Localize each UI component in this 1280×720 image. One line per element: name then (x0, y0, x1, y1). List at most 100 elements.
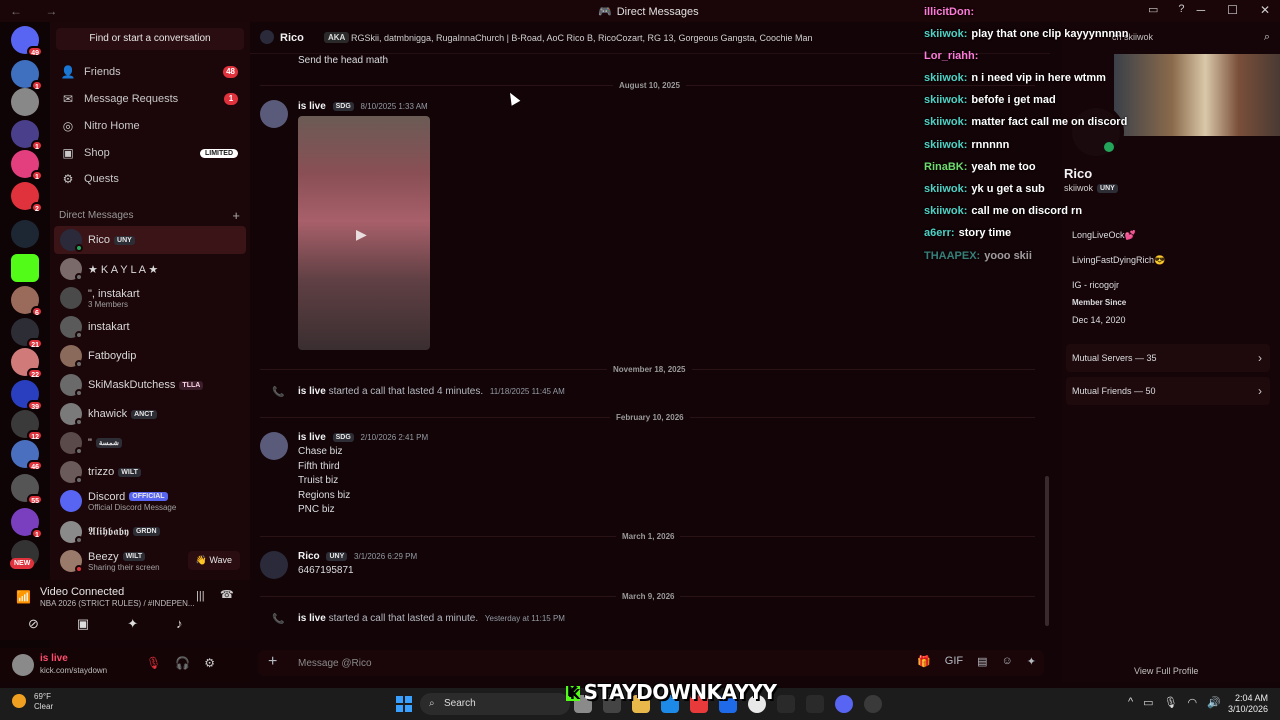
soundboard-icon[interactable]: ♪ (176, 616, 183, 632)
gif-icon[interactable]: GIF (945, 655, 963, 668)
mutual-friends-button[interactable]: Mutual Friends — 50 › (1066, 377, 1270, 405)
start-button[interactable] (396, 696, 412, 712)
chat-title[interactable]: Rico (280, 32, 304, 44)
play-icon[interactable]: ▶ (356, 226, 367, 243)
volume-icon[interactable]: 🔊 (1207, 696, 1221, 709)
weather-widget[interactable]: 69°F Clear (34, 692, 53, 712)
dm-item[interactable]: Beezy WILT Sharing their screen 👋 Wave (54, 547, 246, 575)
dm-item[interactable]: Fatboydip (54, 342, 246, 370)
profile-avatar[interactable] (1068, 104, 1124, 160)
disconnect-icon[interactable]: ☎ (220, 588, 234, 601)
server-icon[interactable] (11, 254, 39, 282)
server-icon[interactable]: 12 (11, 410, 43, 441)
apps-icon[interactable]: ✦ (1027, 655, 1036, 668)
app-tray-icon[interactable]: ▭ (1143, 696, 1153, 709)
inbox-icon[interactable]: ▭ (1148, 3, 1158, 16)
author-name[interactable]: is live (298, 432, 326, 443)
settings-icon[interactable]: ⚙ (204, 656, 215, 670)
camera-off-icon[interactable]: ⊘ (28, 616, 39, 632)
friends-icon: 👤 (60, 65, 76, 79)
server-icon[interactable]: 21 (11, 318, 43, 349)
nav-nitro-home[interactable]: ◎ Nitro Home (54, 114, 246, 138)
avatar[interactable] (12, 654, 34, 676)
nav-arrows[interactable]: ← → (10, 4, 67, 18)
online-status (1104, 142, 1114, 152)
dm-item[interactable]: SkiMaskDutchess TLLA (54, 371, 246, 399)
wave-button[interactable]: 👋 Wave (187, 551, 240, 570)
dm-item[interactable]: khawick ANCT (54, 400, 246, 428)
maximize-button[interactable]: ☐ (1227, 3, 1238, 17)
server-icon[interactable]: 55 (11, 474, 43, 505)
mic-icon[interactable]: 🎙 (1164, 696, 1178, 709)
app-icon[interactable] (864, 695, 882, 713)
help-icon[interactable]: ? (1178, 3, 1184, 16)
scrollbar[interactable] (1045, 476, 1049, 626)
screen-share-icon[interactable]: ▣ (77, 616, 89, 632)
dm-item[interactable]: trizzo WILT (54, 458, 246, 486)
view-full-profile-link[interactable]: View Full Profile (1134, 666, 1198, 676)
server-icon[interactable]: 22 (11, 348, 43, 379)
weather-text: Clear (34, 702, 54, 711)
create-dm-button[interactable]: + (232, 208, 240, 223)
attach-icon[interactable]: + (268, 653, 277, 671)
server-icon[interactable]: 1 (11, 120, 43, 151)
emoji-icon[interactable]: ☺ (1002, 655, 1013, 668)
server-icon[interactable]: 46 (11, 440, 43, 471)
nav-quests[interactable]: ⚙ Quests (54, 167, 246, 191)
author-name[interactable]: is live (298, 386, 326, 397)
message-input[interactable] (298, 654, 798, 672)
server-icon[interactable]: 1 (11, 150, 43, 181)
activity-icon[interactable]: ✦ (127, 616, 138, 632)
dm-item-discord[interactable]: Discord OFFICIAL Official Discord Message (54, 487, 246, 515)
server-icon[interactable]: 2 (11, 182, 43, 213)
dm-item-rico[interactable]: Rico UNY (54, 226, 246, 254)
app-icon[interactable] (777, 695, 795, 713)
server-icon[interactable]: 39 (11, 380, 43, 411)
dm-item[interactable]: ", instakart 3 Members (54, 284, 246, 312)
server-icon[interactable] (11, 220, 39, 248)
video-attachment[interactable]: ▶ (298, 116, 430, 350)
chat-line: RinaBK: yeah me too (924, 161, 1036, 173)
author-name[interactable]: Rico (298, 551, 320, 562)
nav-shop[interactable]: ▣ Shop LIMITED (54, 141, 246, 165)
nav-friends[interactable]: 👤 Friends 48 (54, 60, 246, 84)
stream-brand-overlay: K STAYDOWNKAYYY (566, 680, 777, 704)
dm-item[interactable]: instakart (54, 313, 246, 341)
discord-icon (60, 490, 82, 512)
discord-icon[interactable] (835, 695, 853, 713)
voice-channel[interactable]: NBA 2026 (STRICT RULES) / #INDEPEN... (40, 599, 195, 608)
avatar[interactable] (260, 100, 288, 128)
clock[interactable]: 2:04 AM 3/10/2026 (1228, 693, 1268, 715)
server-icon[interactable]: 6 (11, 286, 43, 317)
dm-item[interactable]: " شمسة (54, 429, 246, 457)
noise-icon[interactable]: ||| (196, 590, 205, 602)
deafen-icon[interactable]: 🎧 (175, 656, 190, 670)
server-icon[interactable]: 1 (11, 60, 43, 91)
sticker-icon[interactable]: ▤ (977, 655, 987, 668)
close-button[interactable]: ✕ (1260, 3, 1270, 17)
mutual-servers-button[interactable]: Mutual Servers — 35 › (1066, 344, 1270, 372)
server-icon[interactable]: 1 (11, 508, 43, 539)
app-icon[interactable] (806, 695, 824, 713)
gift-icon[interactable]: 🎁 (917, 655, 931, 668)
nitro-icon: ◎ (62, 119, 74, 133)
nav-message-requests[interactable]: ✉ Message Requests 1 (54, 87, 246, 111)
find-conversation-button[interactable]: Find or start a conversation (56, 28, 244, 50)
home-button[interactable]: 49 (11, 26, 43, 57)
avatar[interactable] (260, 551, 288, 579)
taskbar-search[interactable]: ⌕ Search (420, 693, 570, 715)
wifi-icon[interactable]: ◠ (1188, 696, 1198, 709)
author-name[interactable]: is live (298, 101, 326, 112)
guild-tag: GRDN (132, 527, 160, 537)
minimize-button[interactable]: ─ (1197, 3, 1206, 17)
search-icon[interactable]: ⌕ (1264, 31, 1270, 44)
chevron-up-icon[interactable]: ^ (1128, 696, 1133, 709)
chat-line: skiiwok: play that one clip kayyynnnnn (924, 28, 1129, 40)
dm-item[interactable]: ★ K A Y L A ★ (54, 255, 246, 283)
mute-icon[interactable]: 🎙 (146, 656, 161, 670)
author-name[interactable]: is live (298, 613, 326, 624)
dm-item[interactable]: 𝕬𝖑𝖎𝖍𝖇𝖆𝖇𝖞 GRDN (54, 518, 246, 546)
server-icon[interactable] (11, 88, 39, 116)
date-label: August 10, 2025 (613, 81, 686, 90)
avatar[interactable] (260, 432, 288, 460)
